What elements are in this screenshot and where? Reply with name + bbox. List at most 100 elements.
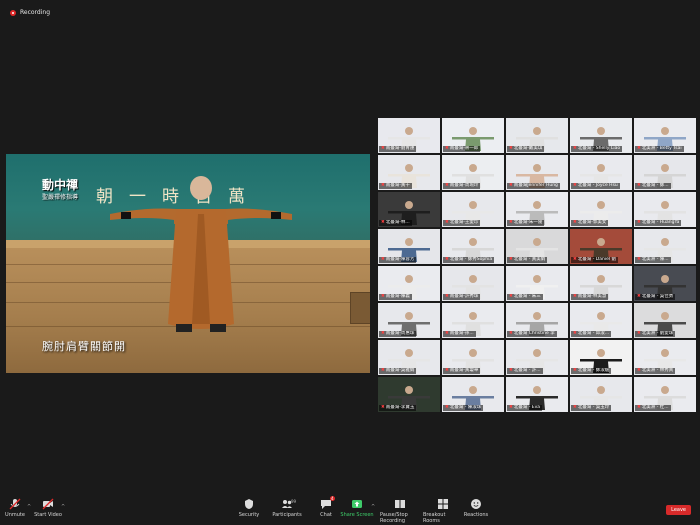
participant-name: ✖北臺灣-郭美女	[571, 220, 609, 226]
mic-muted-icon: ✖	[445, 183, 449, 188]
participant-tile[interactable]: ✖北臺灣-朱一陵	[506, 192, 568, 227]
participant-tile[interactable]: ✖南臺灣-蔣一郎	[442, 118, 504, 153]
participant-tile[interactable]: ✖南臺灣-李寶玉	[378, 377, 440, 412]
participant-name: ✖南臺灣-許秀珠	[443, 294, 481, 300]
mic-muted-icon	[9, 498, 21, 510]
participant-name: ✖北臺灣 - 鄭淑媛	[571, 368, 612, 374]
participant-tile[interactable]: ✖北臺灣 - 鄭...	[634, 155, 696, 190]
participant-tile[interactable]: ✖北美洲 - 林秀真	[634, 340, 696, 375]
participant-tile[interactable]: ✖南臺灣-黃千	[378, 155, 440, 190]
participant-tile[interactable]: ✖南臺灣-陳義	[378, 266, 440, 301]
participant-tile[interactable]: ✖北臺灣-戴美琪	[506, 118, 568, 153]
participant-tile[interactable]: ✖北臺灣 - 朱三	[506, 266, 568, 301]
participant-name: ✖北臺灣 - 朱三	[507, 294, 543, 300]
participant-tile[interactable]: ✖北臺灣-郭美女	[570, 192, 632, 227]
participant-tile[interactable]: ✖南臺灣-孫...	[442, 303, 504, 338]
participant-name: ✖北臺灣 - 吳佳勇	[635, 294, 676, 300]
participant-tile[interactable]: ✖南臺灣-黃瓊華	[442, 340, 504, 375]
mic-muted-icon: ✖	[509, 331, 513, 336]
mic-muted-icon: ✖	[381, 183, 385, 188]
participant-name: ✖北臺灣 - 黃美娟	[507, 257, 548, 263]
mic-muted-icon: ✖	[637, 294, 641, 299]
mic-muted-icon: ✖	[445, 368, 449, 373]
participant-name: ✖北臺灣 - Joyce Hsu	[571, 183, 620, 189]
mic-muted-icon: ✖	[573, 405, 577, 410]
participants-button[interactable]: 99 Participants	[267, 498, 307, 518]
participant-tile[interactable]: ✖南臺灣-許秀珠	[442, 266, 504, 301]
participant-tile[interactable]: ✖北美洲 - 杜...	[634, 377, 696, 412]
participant-tile[interactable]: ✖北臺灣-王愛珍	[442, 192, 504, 227]
participant-name: ✖南臺灣-周琬玲	[443, 183, 481, 189]
participant-name: ✖北美洲 - Betty Tsai	[635, 146, 684, 152]
participant-tile[interactable]: ✖北臺灣 - 鄭淑媛	[570, 340, 632, 375]
participant-name: ✖北臺灣 - Shelly Liao	[571, 146, 623, 152]
participant-tile[interactable]: ✖北臺灣 - 吳玉玲	[570, 377, 632, 412]
participant-tile[interactable]: ✖北臺灣 - 鄭秀Sophia	[442, 229, 504, 264]
breakout-icon	[438, 499, 448, 509]
participant-tile[interactable]: ✖北美洲 - 劉愛珠	[634, 303, 696, 338]
mic-muted-icon: ✖	[637, 405, 641, 410]
participant-tile[interactable]: ✖北臺灣-林...	[378, 192, 440, 227]
participant-tile[interactable]: ✖北臺灣 - Daniel 劉	[570, 229, 632, 264]
share-options-caret[interactable]: ^	[371, 504, 375, 510]
participants-count: 99	[291, 499, 297, 504]
shield-icon	[245, 499, 253, 509]
participant-name: ✖北臺灣 - 陳淑珠	[443, 405, 484, 411]
participant-tile[interactable]: ✖南臺灣-吳雅娟	[378, 340, 440, 375]
mic-muted-icon: ✖	[381, 331, 385, 336]
recording-label: Recording	[20, 9, 51, 16]
stage-block	[350, 292, 370, 324]
mic-muted-icon: ✖	[573, 331, 577, 336]
mic-muted-icon: ✖	[445, 405, 449, 410]
mic-muted-icon: ✖	[509, 220, 513, 225]
participant-tile[interactable]: ✖南臺灣-林美慧	[570, 266, 632, 301]
leave-button[interactable]: Leave	[666, 505, 691, 515]
participant-gallery: ✖南臺灣-劉青蓮 ✖南臺灣-蔣一郎 ✖北臺灣-戴美琪 ✖北臺灣 - Shelly Li…	[378, 118, 696, 412]
mic-muted-icon: ✖	[509, 183, 513, 188]
mic-muted-icon: ✖	[445, 146, 449, 151]
participant-tile[interactable]: ✖北臺灣 - 邱淑...	[570, 303, 632, 338]
recording-indicator[interactable]: Recording	[10, 9, 50, 16]
participant-tile[interactable]: ✖北美洲 - Betty Tsai	[634, 118, 696, 153]
participant-tile[interactable]: ✖南臺灣-陳蓉芳	[378, 229, 440, 264]
participant-tile[interactable]: ✖北臺灣 - 吳佳勇	[634, 266, 696, 301]
participant-tile[interactable]: ✖南臺灣Jennifer Hung	[506, 155, 568, 190]
participant-name: ✖南臺灣-吳雅娟	[379, 368, 417, 374]
participant-tile[interactable]: ✖北臺灣 - Shelly Liao	[570, 118, 632, 153]
participant-tile[interactable]: ✖南臺灣-周惠珠	[378, 303, 440, 338]
participant-tile[interactable]: ✖北美洲 - 陳...	[634, 229, 696, 264]
participant-name: ✖北臺灣-戴美琪	[507, 146, 545, 152]
reactions-button[interactable]: Reactions	[456, 498, 496, 518]
mic-muted-icon: ✖	[573, 183, 577, 188]
video-subtitle: 聖嚴禪修指導	[42, 194, 79, 201]
mic-muted-icon: ✖	[381, 294, 385, 299]
participant-tile[interactable]: ✖南臺灣-劉青蓮	[378, 118, 440, 153]
participant-name: ✖北臺灣 - 吳玉玲	[571, 405, 612, 411]
participant-tile[interactable]: ✖北臺灣 - HuangYa	[634, 192, 696, 227]
pause-recording-button[interactable]: Pause/Stop Recording	[380, 498, 420, 524]
participant-name: ✖南臺灣-李寶玉	[379, 405, 417, 411]
participant-tile[interactable]: ✖北臺灣 - 黃美娟	[506, 229, 568, 264]
participant-tile[interactable]: ✖北臺灣 Christine 李	[506, 303, 568, 338]
smiley-icon	[471, 499, 481, 509]
participant-name: ✖北美洲 - 林秀真	[635, 368, 676, 374]
mic-muted-icon: ✖	[637, 257, 641, 262]
mic-muted-icon: ✖	[573, 220, 577, 225]
participant-name: ✖北臺灣 - 鄭...	[635, 183, 671, 189]
participant-tile[interactable]: ✖北臺灣 - Eva	[506, 377, 568, 412]
mic-muted-icon: ✖	[445, 257, 449, 262]
participant-tile[interactable]: ✖南臺灣-周琬玲	[442, 155, 504, 190]
participant-tile[interactable]: ✖北臺灣 - 許...	[506, 340, 568, 375]
security-button[interactable]: Security	[229, 498, 269, 518]
participant-name: ✖南臺灣-孫...	[443, 331, 476, 337]
participant-name: ✖南臺灣-陳蓉芳	[379, 257, 417, 263]
mic-muted-icon: ✖	[381, 368, 385, 373]
participant-tile[interactable]: ✖北臺灣 - Joyce Hsu	[570, 155, 632, 190]
mic-muted-icon: ✖	[445, 220, 449, 225]
participant-tile[interactable]: ✖北臺灣 - 陳淑珠	[442, 377, 504, 412]
pause-stop-icon	[395, 500, 405, 508]
mic-muted-icon: ✖	[381, 220, 385, 225]
video-title: 動中禪	[42, 178, 79, 192]
video-options-caret[interactable]: ^	[61, 504, 65, 510]
participant-name: ✖北臺灣 - Eva	[507, 405, 543, 411]
